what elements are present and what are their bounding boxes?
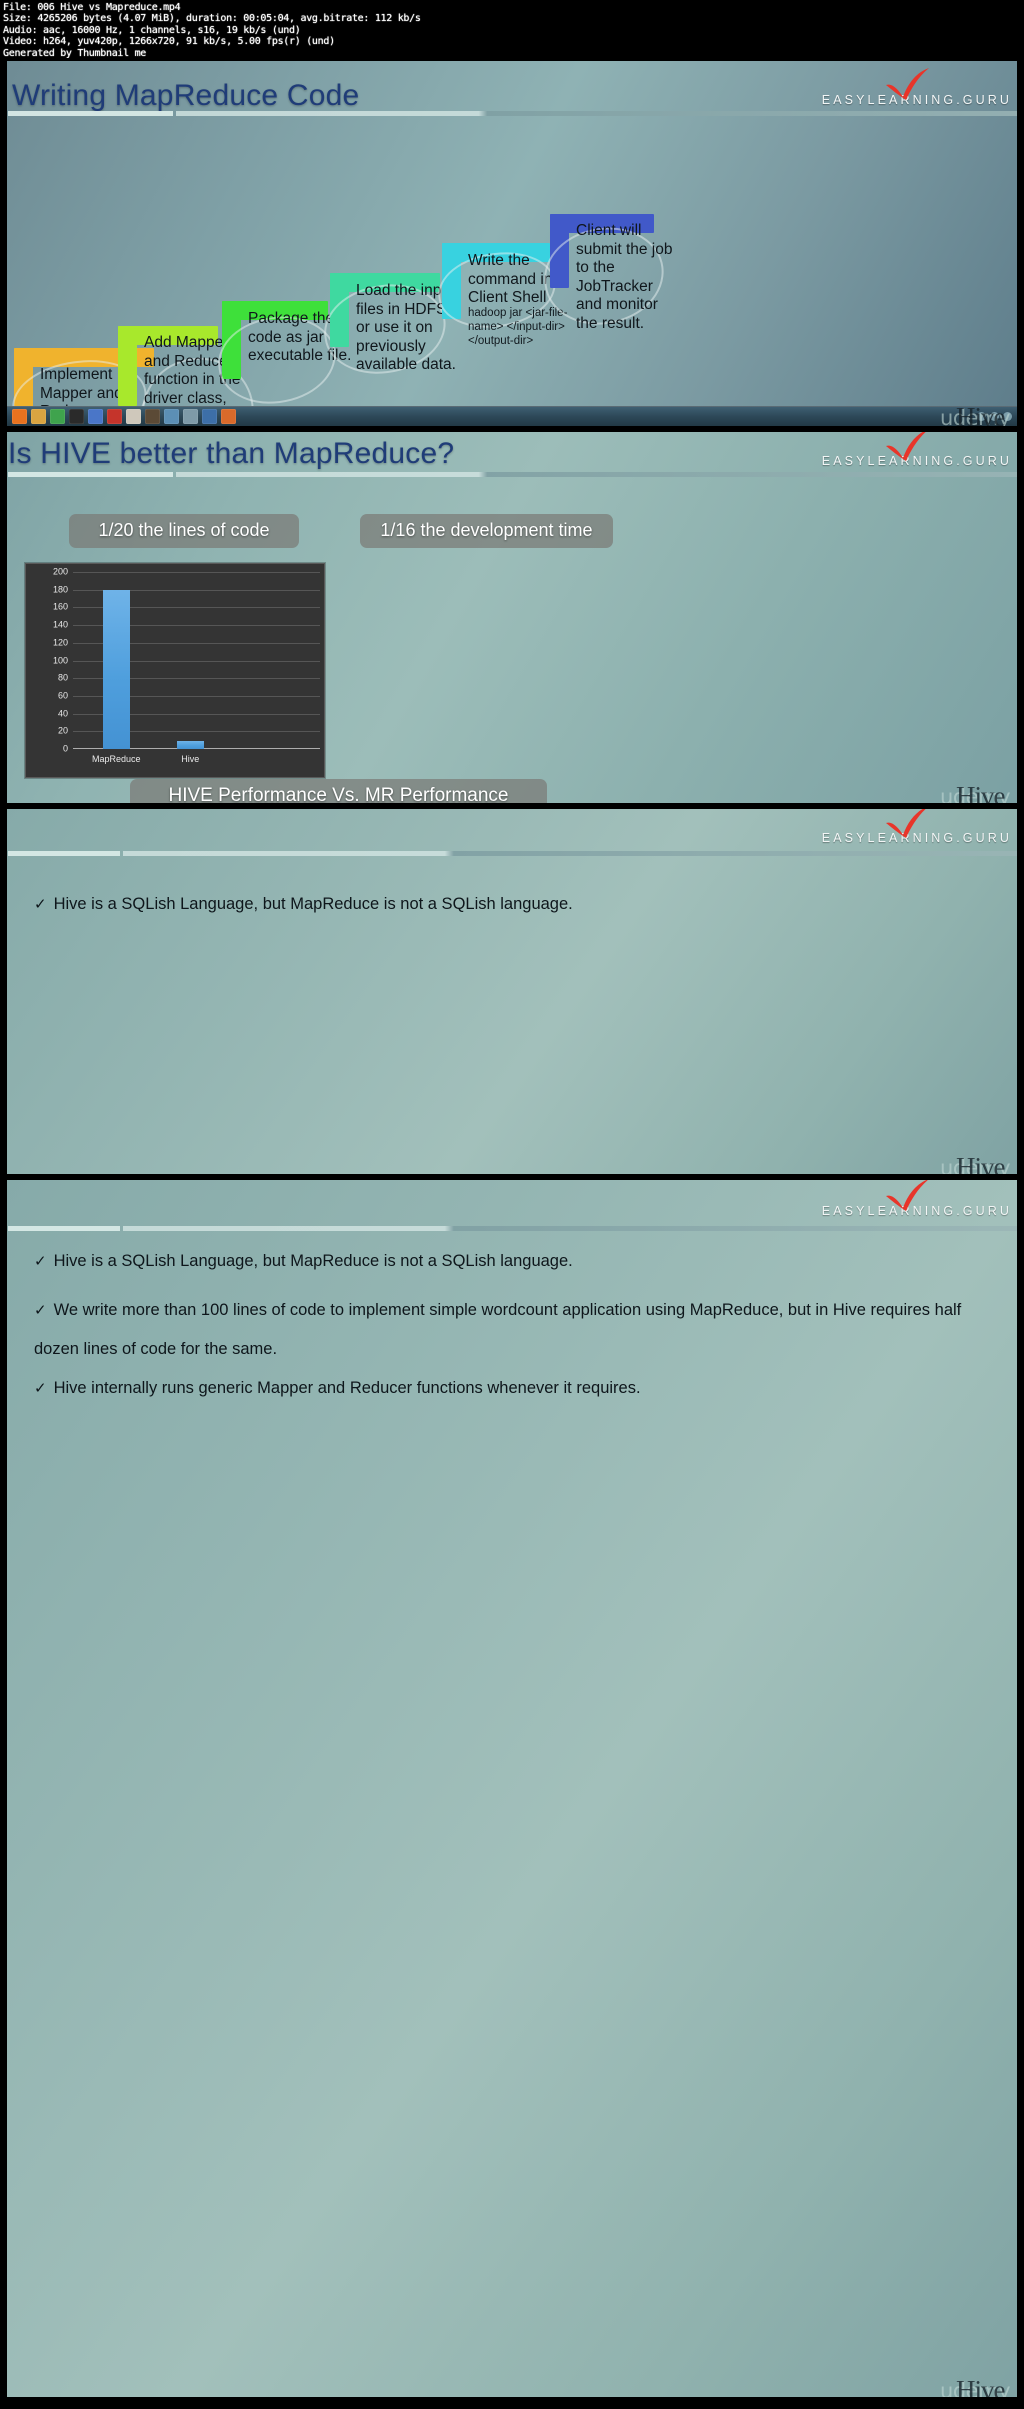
check-icon: ✓ — [34, 1302, 47, 1319]
media-icon[interactable] — [221, 409, 236, 424]
window-icon[interactable] — [183, 409, 198, 424]
firefox-icon[interactable] — [12, 409, 27, 424]
bullet-text: Hive internally runs generic Mapper and … — [53, 1379, 641, 1397]
taskbar-tray[interactable] — [977, 412, 1012, 421]
bullet-item: ✓ We write more than 100 lines of code to… — [34, 1291, 962, 1368]
slide-hive-sqlish-2: EASYLEARNING.GURU ✓ Hive is a SQLish Lang… — [0, 1177, 1024, 2400]
title-underline — [123, 1226, 1017, 1231]
y-axis-tick: 100 — [52, 655, 68, 665]
chart-caption: HIVE Performance Vs. MR Performance — [130, 779, 547, 803]
check-icon: ✓ — [34, 896, 47, 913]
stat-development-time: 1/16 the development time — [360, 514, 613, 548]
folder-icon[interactable] — [31, 409, 46, 424]
meta-line-audio: Audio: aac, 16000 Hz, 1 channels, s16, 1… — [3, 24, 301, 36]
clock-icon[interactable] — [1003, 412, 1012, 421]
y-axis-tick: 40 — [57, 708, 68, 719]
red-check-icon — [885, 432, 926, 461]
check-icon: ✓ — [34, 1253, 47, 1270]
y-axis-tick: 160 — [52, 601, 68, 612]
video-frame-right-border — [1017, 809, 1024, 1174]
app-icon[interactable] — [202, 409, 217, 424]
brand-logo: EASYLEARNING.GURU — [822, 1180, 1012, 1218]
gimp-icon[interactable] — [164, 409, 179, 424]
video-frame-right-border — [1017, 1180, 1024, 2397]
bullet-item: ✓ Hive internally runs generic Mapper and… — [34, 1375, 974, 1402]
title-underline — [176, 472, 1017, 477]
package-icon[interactable] — [126, 409, 141, 424]
meta-line-size: Size: 4265206 bytes (4.07 MiB), duration… — [3, 13, 421, 25]
video-frame-left-border — [0, 61, 7, 426]
bar-mapreduce — [102, 589, 130, 749]
check-icon: ✓ — [34, 1380, 47, 1397]
y-axis-tick: 120 — [52, 637, 68, 648]
desktop-taskbar[interactable] — [7, 406, 1017, 426]
y-axis-tick: 200 — [52, 566, 68, 577]
y-axis-tick: 140 — [52, 619, 68, 630]
title-underline-short — [8, 1226, 120, 1231]
video-frame-right-border — [1017, 432, 1024, 803]
page-title: Is HIVE better than MapReduce? — [8, 437, 455, 470]
x-axis-label-mapreduce: MapReduce — [91, 754, 141, 764]
slide-hive-sqlish-1: EASYLEARNING.GURU ✓ Hive is a SQLish Lang… — [0, 806, 1024, 1177]
red-check-icon — [885, 68, 929, 100]
title-underline — [176, 111, 1017, 116]
red-check-icon — [885, 1180, 928, 1211]
thumbnail-metadata-header: File: 006 Hive vs Mapreduce.mp4 Size: 42… — [0, 0, 1024, 59]
red-check-icon — [885, 809, 926, 838]
terminal-icon[interactable] — [69, 409, 84, 424]
x-axis-label-hive: Hive — [181, 754, 200, 764]
bullet-text: We write more than 100 lines of code to … — [34, 1301, 962, 1358]
chart-plot-area: 200 180 160 140 120 100 80 60 40 20 0 Ma… — [53, 567, 320, 764]
y-axis-tick: 20 — [57, 725, 68, 736]
flow-step-5-command: hadoop jar <jar-file-name> </input-dir> … — [468, 307, 568, 347]
video-frame-left-border — [0, 1180, 7, 2397]
title-underline — [123, 851, 1017, 856]
video-frame-right-border — [1017, 61, 1024, 426]
video-frame-left-border — [0, 432, 7, 803]
bullet-text: Hive is a SQLish Language, but MapReduce… — [53, 895, 573, 913]
stat-lines-of-code: 1/20 the lines of code — [69, 514, 299, 548]
slide-is-hive-better: Is HIVE better than MapReduce? EASYLEARN… — [0, 429, 1024, 806]
network-icon[interactable] — [977, 412, 986, 421]
flow-step-6-text: Client will submit the job to the JobTra… — [576, 222, 673, 332]
bullet-item: ✓ Hive is a SQLish Language, but MapReduc… — [34, 891, 974, 918]
files-icon[interactable] — [88, 409, 103, 424]
y-axis-tick: 180 — [52, 584, 68, 595]
video-frame-left-border — [0, 809, 7, 1174]
title-underline-short — [8, 111, 173, 116]
y-axis-tick: 80 — [57, 672, 68, 683]
slide-background — [0, 809, 1024, 1174]
chrome-icon[interactable] — [50, 409, 65, 424]
title-underline-short — [8, 851, 120, 856]
page-title: Writing MapReduce Code — [12, 79, 360, 112]
settings-icon[interactable] — [145, 409, 160, 424]
y-axis-tick: 0 — [62, 743, 68, 754]
hive-vs-mapreduce-chart: 200 180 160 140 120 100 80 60 40 20 0 Ma… — [25, 563, 325, 778]
bullet-text: Hive is a SQLish Language, but MapReduce… — [53, 1252, 573, 1270]
bar-hive — [176, 741, 204, 749]
recorder-icon[interactable] — [107, 409, 122, 424]
gridline — [73, 572, 320, 573]
meta-line-video: Video: h264, yuv420p, 1266x720, 91 kb/s,… — [3, 36, 335, 48]
y-axis-tick: 60 — [57, 690, 68, 701]
title-underline-short — [8, 472, 173, 477]
bullet-item: ✓ Hive is a SQLish Language, but MapReduc… — [34, 1248, 974, 1275]
brand-logo: EASYLEARNING.GURU — [822, 432, 1012, 468]
brand-logo: EASYLEARNING.GURU — [822, 809, 1012, 845]
brand-logo: EASYLEARNING.GURU — [822, 68, 1012, 107]
volume-icon[interactable] — [990, 412, 999, 421]
slide-writing-mapreduce-code: Writing MapReduce Code EASYLEARNING.GURU… — [0, 58, 1024, 429]
meta-line-file: File: 006 Hive vs Mapreduce.mp4 — [3, 2, 181, 13]
